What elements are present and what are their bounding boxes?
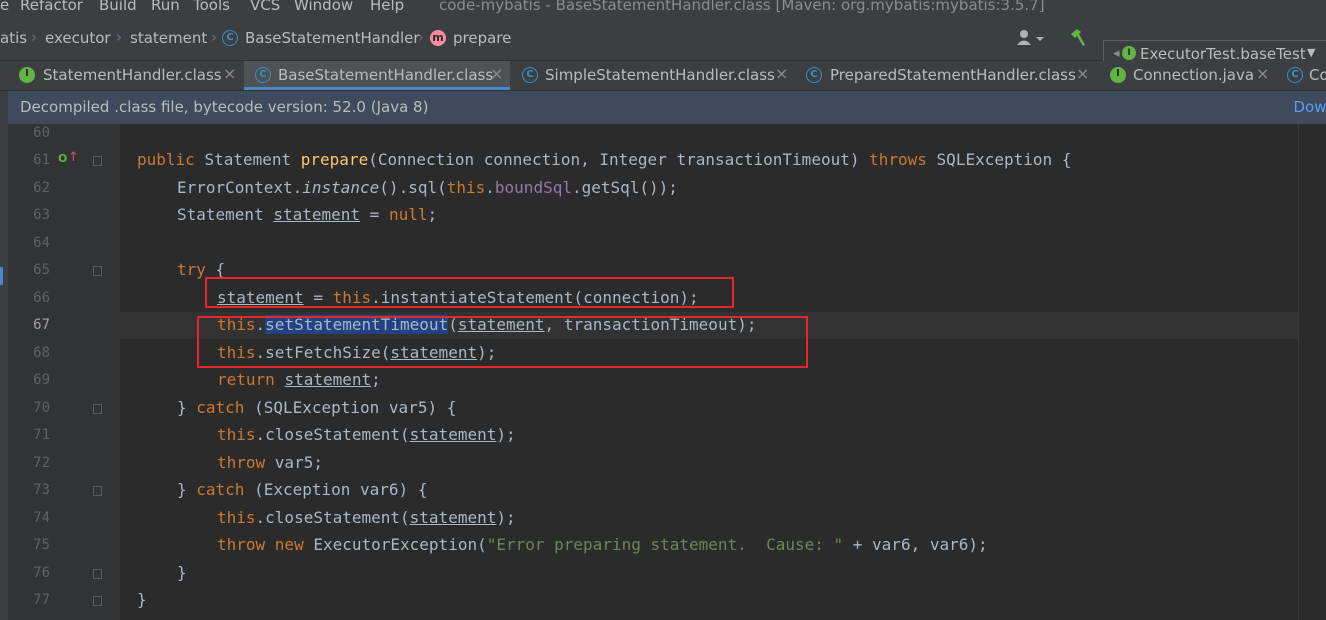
tab-preparedstatementhandler[interactable]: C PreparedStatementHandler.class × bbox=[795, 61, 1098, 90]
tab-label: Co bbox=[1309, 66, 1326, 84]
line-number: 71 bbox=[33, 427, 50, 443]
menu-item-window[interactable]: Window bbox=[294, 0, 353, 14]
editor-tab-bar: I StatementHandler.class × C BaseStateme… bbox=[0, 61, 1326, 91]
line-number: 77 bbox=[33, 592, 50, 608]
interface-icon: I bbox=[1110, 67, 1126, 83]
line-number: 66 bbox=[33, 290, 50, 306]
code-line-71[interactable]: this.closeStatement(statement); bbox=[217, 425, 516, 445]
breadcrumb-item-class[interactable]: BaseStatementHandler bbox=[245, 29, 420, 47]
fold-marker[interactable] bbox=[93, 266, 102, 276]
menu-item-help[interactable]: Help bbox=[370, 0, 404, 14]
class-icon: C bbox=[806, 67, 822, 83]
user-icon[interactable] bbox=[1016, 29, 1046, 51]
close-icon[interactable]: × bbox=[1256, 64, 1269, 83]
hammer-icon[interactable] bbox=[1068, 28, 1088, 52]
editor-gutter[interactable]: 60 61 62 63 64 65 66 67 68 69 70 71 72 7… bbox=[8, 124, 120, 620]
breadcrumb-item-statement[interactable]: statement bbox=[130, 29, 207, 47]
right-margin-guide bbox=[1298, 124, 1299, 620]
tab-label: BaseStatementHandler.class bbox=[278, 66, 494, 84]
tab-label: SimpleStatementHandler.class bbox=[545, 66, 775, 84]
decompiled-notice-banner: Decompiled .class file, bytecode version… bbox=[8, 91, 1326, 124]
annotation-box-instantiate bbox=[205, 277, 734, 308]
code-line-74[interactable]: this.closeStatement(statement); bbox=[217, 508, 516, 528]
code-line-63[interactable]: Statement statement = null; bbox=[177, 205, 437, 225]
line-number: 76 bbox=[33, 565, 50, 581]
menu-item-build[interactable]: Build bbox=[99, 0, 137, 14]
chevron-left-icon: ◂ bbox=[1113, 46, 1120, 61]
menu-item-tools[interactable]: Tools bbox=[193, 0, 230, 14]
tab-label: PreparedStatementHandler.class bbox=[830, 66, 1076, 84]
line-number: 60 bbox=[33, 125, 50, 141]
code-line-77[interactable]: } bbox=[137, 590, 147, 610]
close-icon[interactable]: × bbox=[1076, 64, 1089, 83]
code-line-62[interactable]: ErrorContext.instance().sql(this.boundSq… bbox=[177, 178, 678, 198]
navigation-bar: atis › executor › statement › C BaseStat… bbox=[0, 16, 1326, 68]
menu-item-vcs[interactable]: VCS bbox=[250, 0, 280, 14]
code-line-61[interactable]: public Statement prepare(Connection conn… bbox=[137, 150, 1071, 170]
code-line-72[interactable]: throw var5; bbox=[217, 453, 323, 473]
line-number: 63 bbox=[33, 207, 50, 223]
line-number: 69 bbox=[33, 372, 50, 388]
breadcrumb-item-package[interactable]: atis bbox=[0, 29, 27, 47]
line-number: 64 bbox=[33, 235, 50, 251]
close-icon[interactable]: × bbox=[223, 64, 236, 83]
line-number: 70 bbox=[33, 400, 50, 416]
line-number: 74 bbox=[33, 510, 50, 526]
annotation-box-timeout-fetchsize bbox=[197, 316, 808, 368]
test-class-icon: I bbox=[1122, 46, 1136, 60]
class-icon: C bbox=[1287, 67, 1303, 83]
close-icon[interactable]: × bbox=[775, 64, 788, 83]
implements-method-icon[interactable]: O bbox=[58, 152, 67, 165]
fold-marker[interactable] bbox=[93, 596, 102, 606]
close-icon[interactable]: × bbox=[490, 64, 503, 83]
project-panel-edge[interactable] bbox=[0, 91, 8, 620]
class-icon: C bbox=[222, 30, 238, 46]
tab-overflow[interactable]: C Co bbox=[1276, 61, 1326, 90]
class-icon: C bbox=[255, 67, 271, 83]
menu-item-refactor[interactable]: Refactor bbox=[20, 0, 83, 14]
chevron-right-icon: › bbox=[418, 28, 424, 46]
menu-item-edit[interactable]: e bbox=[0, 0, 9, 14]
arrow-up-icon: ↑ bbox=[68, 150, 79, 165]
class-icon: C bbox=[522, 67, 538, 83]
fold-marker[interactable] bbox=[93, 569, 102, 579]
code-line-70[interactable]: } catch (SQLException var5) { bbox=[177, 398, 456, 418]
tab-connection[interactable]: I Connection.java × bbox=[1098, 61, 1276, 90]
line-number: 75 bbox=[33, 537, 50, 553]
tab-statementhandler[interactable]: I StatementHandler.class × bbox=[8, 61, 244, 90]
fold-marker[interactable] bbox=[93, 156, 102, 166]
code-line-69[interactable]: return statement; bbox=[217, 370, 381, 390]
tab-label: Connection.java bbox=[1133, 66, 1255, 84]
breadcrumb-item-method[interactable]: prepare bbox=[453, 29, 511, 47]
fold-marker[interactable] bbox=[93, 486, 102, 496]
chevron-down-icon: ▼ bbox=[1307, 46, 1316, 59]
menu-item-run[interactable]: Run bbox=[151, 0, 180, 14]
chevron-right-icon: › bbox=[31, 28, 37, 46]
line-number: 61 bbox=[33, 152, 50, 168]
tab-label: StatementHandler.class bbox=[43, 66, 222, 84]
line-number: 73 bbox=[33, 482, 50, 498]
line-number: 72 bbox=[33, 455, 50, 471]
decompiled-notice-text: Decompiled .class file, bytecode version… bbox=[20, 98, 429, 116]
line-number: 68 bbox=[33, 345, 50, 361]
line-number: 65 bbox=[33, 262, 50, 278]
window-title: code-mybatis - BaseStatementHandler.clas… bbox=[439, 0, 1045, 14]
line-number: 62 bbox=[33, 180, 50, 196]
code-line-76[interactable]: } bbox=[177, 563, 187, 583]
breadcrumb-item-executor[interactable]: executor bbox=[45, 29, 111, 47]
method-icon: m bbox=[430, 30, 446, 46]
tab-basestatementhandler[interactable]: C BaseStatementHandler.class × bbox=[244, 61, 510, 90]
line-number-current: 67 bbox=[33, 317, 50, 333]
code-line-73[interactable]: } catch (Exception var6) { bbox=[177, 480, 427, 500]
fold-marker[interactable] bbox=[93, 404, 102, 414]
chevron-right-icon: › bbox=[116, 28, 122, 46]
interface-icon: I bbox=[19, 67, 35, 83]
code-line-75[interactable]: throw new ExecutorException("Error prepa… bbox=[217, 535, 988, 555]
download-sources-link[interactable]: Down bbox=[1293, 98, 1326, 116]
tab-simplestatementhandler[interactable]: C SimpleStatementHandler.class × bbox=[510, 61, 795, 90]
menu-bar: e Refactor Build Run Tools VCS Window He… bbox=[0, 0, 1326, 16]
chevron-right-icon: › bbox=[211, 28, 217, 46]
